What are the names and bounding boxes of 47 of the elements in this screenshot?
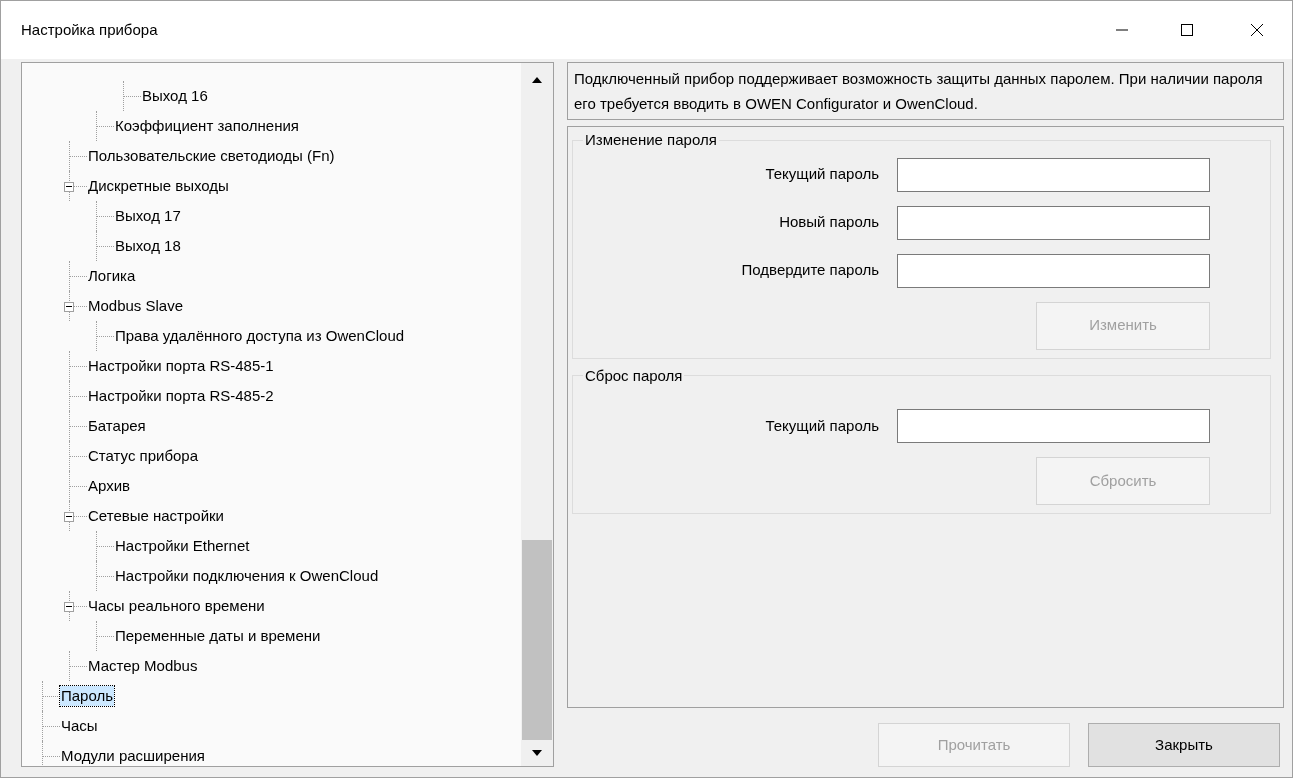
window-title: Настройка прибора <box>21 19 158 40</box>
dialog-button[interactable]: Закрыть <box>1088 723 1280 767</box>
tree-item[interactable]: Выход 17 <box>114 206 182 226</box>
tree-item[interactable]: Выход 18 <box>114 236 182 256</box>
group-title: Сброс пароля <box>584 365 684 386</box>
tree-item[interactable]: Переменные даты и времени <box>114 626 322 646</box>
field-label: Текущий пароль <box>765 164 879 185</box>
collapse-toggle-icon[interactable] <box>64 601 74 612</box>
tree-item[interactable]: Выход 16 <box>141 86 209 106</box>
tree-item[interactable]: Modbus Slave <box>87 296 185 316</box>
tree-item[interactable]: Пароль <box>60 686 115 706</box>
tree-item[interactable]: Настройки порта RS-485-1 <box>87 356 275 376</box>
scroll-down-icon <box>532 750 542 756</box>
tree-item[interactable]: Права удалённого доступа из OwenCloud <box>114 326 406 346</box>
password-field[interactable] <box>897 205 1210 240</box>
tree-item[interactable]: Модули расширения <box>60 746 206 766</box>
close-icon <box>1251 24 1263 36</box>
tree-item[interactable]: Часы <box>60 716 99 736</box>
tree-item[interactable]: Мастер Modbus <box>87 656 199 676</box>
tree-item[interactable]: Дискретные выходы <box>87 176 230 196</box>
field-label: Текущий пароль <box>765 415 879 436</box>
tree-item[interactable]: Статус прибора <box>87 446 200 466</box>
scroll-up-icon <box>532 77 542 83</box>
tree-item[interactable]: Батарея <box>87 416 147 436</box>
tree-item[interactable]: Настройки Ethernet <box>114 536 251 556</box>
tree-item[interactable]: Настройки порта RS-485-2 <box>87 386 275 406</box>
collapse-toggle-icon[interactable] <box>64 511 74 522</box>
tree-item[interactable]: Логика <box>87 266 137 286</box>
scrollbar-thumb[interactable] <box>522 540 552 740</box>
maximize-icon <box>1181 24 1193 36</box>
password-field[interactable] <box>897 409 1210 443</box>
tree-item[interactable]: Пользовательские светодиоды (Fn) <box>87 146 336 166</box>
field-label: Подвердите пароль <box>741 260 879 281</box>
info-text: Подключенный прибор поддерживает возможность защиты данных паролем. При наличии пароля его требуется вводить в OWEN Configurator и OwenCloud. <box>567 62 1284 120</box>
minimize-icon <box>1116 29 1128 31</box>
collapse-toggle-icon[interactable] <box>64 181 74 192</box>
password-field[interactable] <box>897 253 1210 288</box>
tree-item[interactable]: Сетевые настройки <box>87 506 225 526</box>
collapse-toggle-icon[interactable] <box>64 301 74 312</box>
field-label: Новый пароль <box>779 212 879 233</box>
password-field[interactable] <box>897 157 1210 192</box>
group-title: Изменение пароля <box>584 130 718 150</box>
scrollbar[interactable] <box>521 63 553 766</box>
tree-item[interactable]: Коэффициент заполнения <box>114 116 300 136</box>
tree-item[interactable]: Настройки подключения к OwenCloud <box>114 566 380 586</box>
tree-item[interactable]: Часы реального времени <box>87 596 266 616</box>
tree-item[interactable]: Архив <box>87 476 132 496</box>
